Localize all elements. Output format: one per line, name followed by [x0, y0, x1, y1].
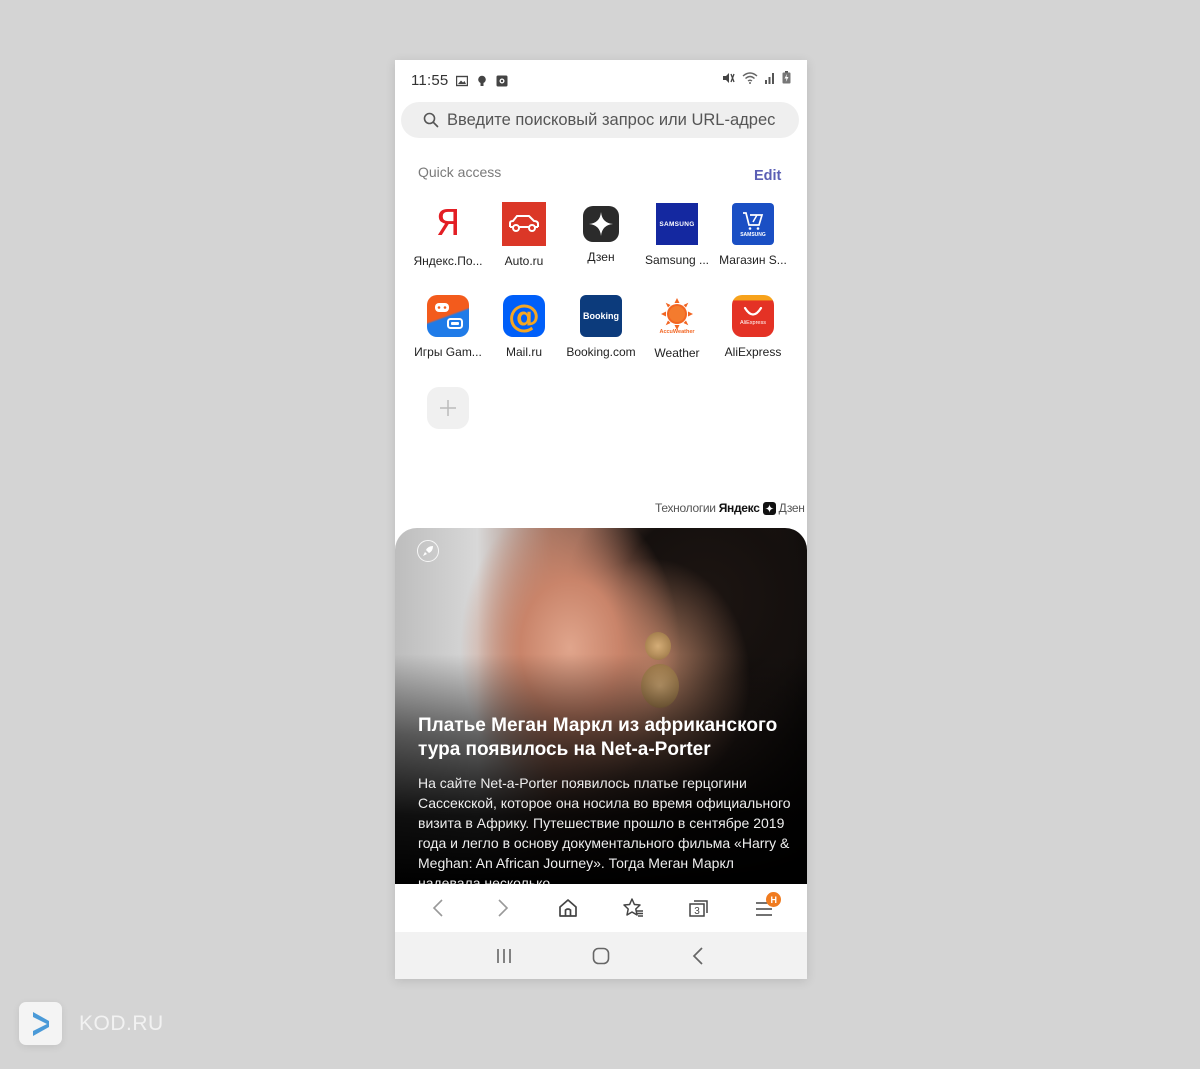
powered-by-yandex-dzen: Технологии Яндекс Дзен — [655, 501, 805, 515]
quick-access-tile-samsung[interactable]: SAMSUNG Samsung ... — [637, 202, 717, 267]
booking-icon: Booking — [580, 295, 622, 337]
watermark-text: KOD.RU — [79, 1012, 164, 1035]
tile-label: Дзен — [587, 250, 615, 264]
samsung-icon: SAMSUNG — [656, 203, 698, 245]
quick-access-tile-yandex[interactable]: Я Яндекс.По... — [408, 202, 488, 268]
tile-label: Игры Gam... — [414, 345, 482, 359]
news-card[interactable]: Платье Меган Маркл из африканского тура … — [395, 528, 807, 884]
back-button[interactable] — [418, 888, 458, 928]
search-icon — [423, 112, 439, 128]
quick-access-tile-auto-ru[interactable]: Auto.ru — [484, 202, 564, 268]
quick-access-title: Quick access — [418, 164, 502, 180]
chevron-right-icon — [498, 899, 509, 917]
menu-button[interactable]: H — [744, 888, 784, 928]
signal-icon — [764, 71, 776, 89]
quick-access-tile-games[interactable]: Игры Gam... — [408, 294, 488, 359]
tile-label: Booking.com — [566, 345, 636, 359]
yandex-icon: Я — [435, 203, 461, 244]
wifi-icon — [742, 71, 758, 89]
tile-label: Магазин S... — [719, 253, 787, 267]
rocket-icon[interactable] — [417, 540, 439, 562]
bulb-icon — [476, 74, 488, 86]
gallery-icon — [456, 74, 469, 87]
auto-ru-icon — [502, 202, 546, 246]
home-button[interactable] — [548, 888, 588, 928]
aliexpress-icon-text: AliExpress — [740, 319, 766, 326]
home-icon — [559, 899, 578, 917]
dzen-logo-icon — [762, 501, 776, 515]
samsung-store-icon-text: SAMSUNG — [740, 231, 766, 238]
browser-toolbar: 3 H — [395, 884, 807, 932]
quick-access-tile-aliexpress[interactable]: AliExpress AliExpress — [713, 294, 793, 359]
tile-label: Яндекс.По... — [413, 254, 483, 268]
kod-chevron-icon — [32, 1011, 49, 1036]
powered-by-product: Дзен — [778, 501, 805, 515]
star-list-icon — [622, 898, 643, 917]
tile-label: AliExpress — [724, 345, 782, 359]
status-time: 11:55 — [411, 71, 449, 89]
system-back-button[interactable] — [678, 936, 718, 976]
menu-notification-badge: H — [766, 892, 782, 907]
mail-ru-icon: @ — [503, 295, 545, 337]
quick-access-tile-weather[interactable]: AccuWeather Weather — [637, 294, 717, 360]
chevron-left-icon — [432, 899, 443, 917]
tile-label: Samsung ... — [644, 253, 710, 267]
dzen-icon — [583, 206, 619, 242]
quick-access-tile-booking[interactable]: Booking Booking.com — [561, 294, 641, 359]
phone-screen: 11:55 Введите поисковый запрос или URL-а… — [395, 60, 807, 979]
circle-home-icon — [592, 947, 610, 964]
forward-button[interactable] — [483, 888, 523, 928]
tile-label: Weather — [654, 346, 700, 360]
plus-icon — [440, 400, 456, 416]
system-home-button[interactable] — [581, 936, 621, 976]
tile-label: Mail.ru — [505, 345, 542, 359]
powered-by-brand: Яндекс — [718, 501, 760, 515]
screen-record-icon — [496, 74, 508, 87]
article-description: На сайте Net-a-Porter появилось платье г… — [418, 775, 791, 884]
edit-button[interactable]: Edit — [754, 168, 781, 184]
quick-access-tile-dzen[interactable]: Дзен — [561, 202, 641, 264]
url-search-bar[interactable]: Введите поисковый запрос или URL-адрес — [401, 102, 799, 138]
quick-access-tile-mail-ru[interactable]: @ Mail.ru — [484, 294, 564, 359]
add-quick-access-button[interactable] — [427, 387, 469, 429]
samsung-icon-text: SAMSUNG — [659, 220, 695, 228]
bookmarks-button[interactable] — [614, 888, 654, 928]
system-navigation-bar — [395, 932, 807, 979]
search-placeholder: Введите поисковый запрос или URL-адрес — [447, 110, 776, 129]
kod-ru-logo — [19, 1002, 62, 1045]
booking-icon-text: Booking — [583, 311, 619, 321]
mute-icon — [722, 71, 736, 89]
system-back-icon — [693, 946, 703, 965]
accuweather-icon: AccuWeather — [655, 294, 699, 338]
aliexpress-icon: AliExpress — [732, 295, 774, 337]
status-bar: 11:55 — [395, 60, 807, 100]
tile-label: Auto.ru — [504, 254, 544, 268]
samsung-store-icon: SAMSUNG — [732, 203, 774, 245]
recent-apps-button[interactable] — [484, 936, 524, 976]
battery-icon — [782, 71, 791, 89]
tabs-count: 3 — [694, 906, 700, 917]
article-title[interactable]: Платье Меган Маркл из африканского тура … — [418, 714, 793, 762]
accuweather-icon-text: AccuWeather — [659, 329, 695, 335]
tabs-icon: 3 — [689, 900, 708, 917]
recent-apps-icon — [496, 948, 511, 963]
tabs-button[interactable]: 3 — [679, 888, 719, 928]
quick-access-tile-samsung-store[interactable]: SAMSUNG Магазин S... — [713, 202, 793, 267]
powered-by-prefix: Технологии — [655, 501, 716, 515]
games-icon — [427, 295, 469, 337]
